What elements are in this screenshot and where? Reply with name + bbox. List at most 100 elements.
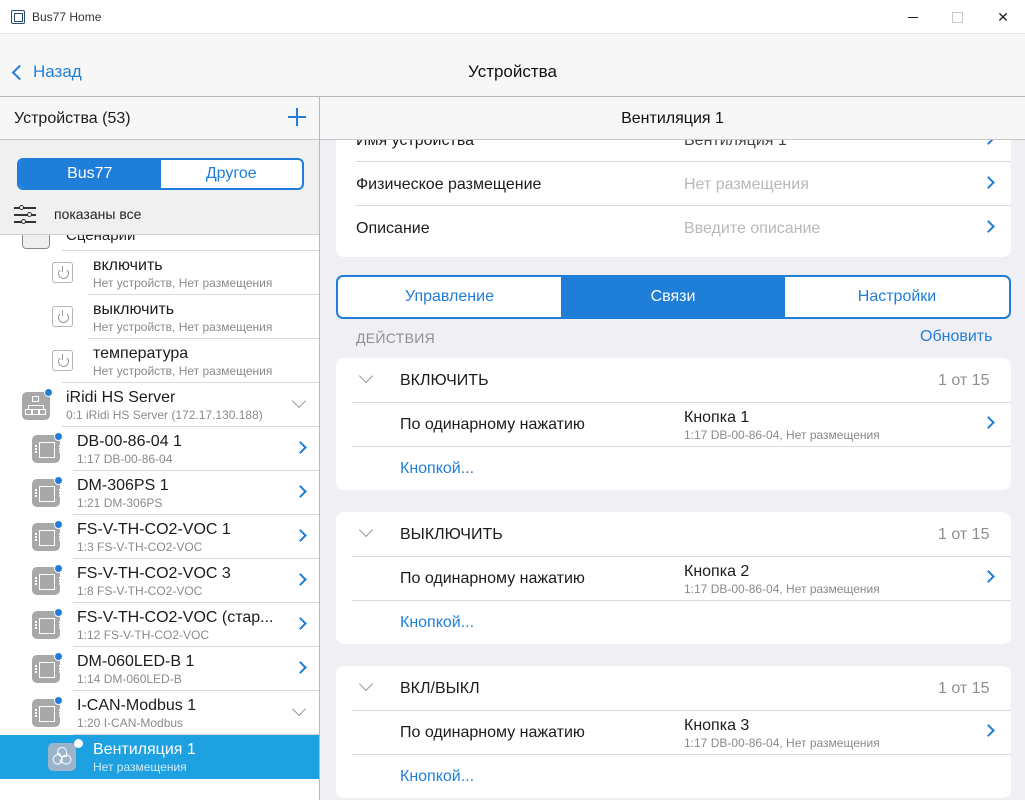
devices-pane: Устройства (53) Bus77 Другое показаны вс…: [0, 97, 320, 800]
filter-toggle[interactable]: показаны все: [14, 205, 142, 224]
action-count: 1 от 15: [938, 526, 990, 543]
prop-row-location[interactable]: Физическое размещение Нет размещения: [336, 162, 1011, 206]
detail-header: Вентиляция 1: [320, 97, 1025, 140]
event-label: По одинарному нажатию: [400, 570, 585, 587]
status-dot: [54, 696, 63, 705]
scene-sub: Нет устройств, Нет размещения: [93, 320, 273, 334]
filter-bar: Bus77 Другое показаны все: [0, 140, 319, 235]
segment-bus77[interactable]: Bus77: [19, 160, 161, 188]
chevron-right-icon[interactable]: [294, 441, 307, 454]
scene-name: выключить: [93, 301, 175, 318]
chevron-right-icon[interactable]: [294, 661, 307, 674]
add-button-binding[interactable]: Кнопкой...: [400, 460, 474, 478]
page-title: Устройства: [468, 62, 557, 81]
scene-item[interactable]: температура Нет устройств, Нет размещени…: [0, 339, 319, 383]
device-sub: 1:12 FS-V-TH-CO2-VOC: [77, 628, 210, 642]
device-item[interactable]: FS-V-TH-CO2-VOC 1 1:3 FS-V-TH-CO2-VOC: [0, 515, 319, 559]
server-item[interactable]: iRidi HS Server 0:1 iRidi HS Server (172…: [0, 383, 319, 427]
status-dot: [54, 564, 63, 573]
add-device-button[interactable]: [287, 107, 307, 127]
chevron-right-icon: [982, 724, 995, 737]
scenarios-label: Сценарии: [66, 235, 136, 244]
device-name: FS-V-TH-CO2-VOC 3: [77, 565, 231, 582]
button-sub: 1:17 DB-00-86-04, Нет размещения: [684, 428, 880, 442]
maximize-icon[interactable]: [947, 7, 967, 27]
action-card: ВКЛ/ВЫКЛ 1 от 15 По одинарному нажатию К…: [336, 666, 1011, 798]
scenario-folder-icon: [22, 235, 50, 249]
status-dot: [54, 476, 63, 485]
source-segmented-control: Bus77 Другое: [17, 158, 304, 190]
add-button-binding[interactable]: Кнопкой...: [400, 614, 474, 632]
device-detail-pane: Имя устройства Вентиляция 1 Физическое р…: [320, 97, 1025, 800]
device-item[interactable]: FS-V-TH-CO2-VOC 3 1:8 FS-V-TH-CO2-VOC: [0, 559, 319, 603]
device-item[interactable]: FS-V-TH-CO2-VOC (стар... 1:12 FS-V-TH-CO…: [0, 603, 319, 647]
device-sub: 1:20 I-CAN-Modbus: [77, 716, 184, 730]
button-sub: 1:17 DB-00-86-04, Нет размещения: [684, 736, 880, 750]
chevron-right-icon[interactable]: [294, 529, 307, 542]
prop-value: Нет размещения: [684, 176, 809, 193]
device-item-selected[interactable]: Вентиляция 1 Нет размещения: [0, 735, 319, 779]
device-sub: Нет размещения: [93, 760, 187, 774]
chevron-down-icon[interactable]: [291, 701, 307, 717]
status-dot: [54, 652, 63, 661]
minimize-icon[interactable]: [903, 7, 923, 27]
power-icon: [52, 306, 73, 327]
scene-item[interactable]: выключить Нет устройств, Нет размещения: [0, 295, 319, 339]
nav-bar: Назад Устройства: [0, 34, 1025, 97]
tab-settings[interactable]: Настройки: [785, 277, 1009, 317]
chevron-down-icon[interactable]: [358, 522, 374, 538]
device-name: Вентиляция 1: [93, 741, 196, 758]
device-sub: 1:17 DB-00-86-04: [77, 452, 173, 466]
action-title: ВКЛ/ВЫКЛ: [400, 680, 480, 697]
action-count: 1 от 15: [938, 372, 990, 389]
refresh-button[interactable]: Обновить: [920, 328, 992, 346]
chevron-down-icon[interactable]: [358, 676, 374, 692]
device-name: FS-V-TH-CO2-VOC (стар...: [77, 609, 274, 626]
power-icon: [52, 350, 73, 371]
button-name: Кнопка 3: [684, 717, 750, 734]
device-item[interactable]: DM-060LED-B 1 1:14 DM-060LED-B: [0, 647, 319, 691]
window-title: Bus77 Home: [32, 10, 102, 24]
prop-value: Введите описание: [684, 220, 821, 237]
server-name: iRidi HS Server: [66, 389, 176, 406]
devices-count-title: Устройства (53): [14, 110, 131, 127]
scene-name: температура: [93, 345, 189, 362]
device-item[interactable]: DM-306PS 1 1:21 DM-306PS: [0, 471, 319, 515]
device-item[interactable]: DB-00-86-04 1 1:17 DB-00-86-04: [0, 427, 319, 471]
chevron-right-icon: [982, 176, 995, 189]
device-name: DM-060LED-B 1: [77, 653, 195, 670]
fan-icon: [48, 743, 76, 771]
filter-status: показаны все: [54, 206, 142, 222]
chevron-right-icon: [982, 416, 995, 429]
action-card: ВКЛЮЧИТЬ 1 от 15 По одинарному нажатию К…: [336, 358, 1011, 490]
device-properties: Имя устройства Вентиляция 1 Физическое р…: [336, 127, 1011, 257]
segment-other[interactable]: Другое: [161, 160, 303, 188]
chevron-down-icon[interactable]: [291, 393, 307, 409]
tab-control[interactable]: Управление: [338, 277, 562, 317]
device-sub: 1:8 FS-V-TH-CO2-VOC: [77, 584, 203, 598]
chevron-right-icon[interactable]: [294, 485, 307, 498]
prop-row-description[interactable]: Описание Введите описание: [336, 206, 1011, 250]
device-name: FS-V-TH-CO2-VOC 1: [77, 521, 231, 538]
status-dot: [74, 739, 83, 748]
action-card: ВЫКЛЮЧИТЬ 1 от 15 По одинарному нажатию …: [336, 512, 1011, 644]
tab-links[interactable]: Связи: [562, 277, 785, 317]
chevron-right-icon[interactable]: [294, 573, 307, 586]
sliders-icon: [14, 205, 36, 224]
chevron-right-icon: [982, 570, 995, 583]
add-button-binding[interactable]: Кнопкой...: [400, 768, 474, 786]
device-item[interactable]: I-CAN-Modbus 1 1:20 I-CAN-Modbus: [0, 691, 319, 735]
device-name: DB-00-86-04 1: [77, 433, 182, 450]
scene-item[interactable]: включить Нет устройств, Нет размещения: [0, 251, 319, 295]
button-name: Кнопка 1: [684, 409, 750, 426]
chevron-down-icon[interactable]: [358, 368, 374, 384]
prop-label: Описание: [356, 220, 430, 237]
close-icon[interactable]: ✕: [993, 7, 1013, 27]
chevron-right-icon[interactable]: [294, 617, 307, 630]
window-titlebar: Bus77 Home ✕: [0, 0, 1025, 34]
scenarios-group[interactable]: Сценарии: [0, 235, 319, 251]
action-title: ВЫКЛЮЧИТЬ: [400, 526, 503, 543]
chevron-right-icon: [982, 220, 995, 233]
action-title: ВКЛЮЧИТЬ: [400, 372, 489, 389]
event-label: По одинарному нажатию: [400, 416, 585, 433]
